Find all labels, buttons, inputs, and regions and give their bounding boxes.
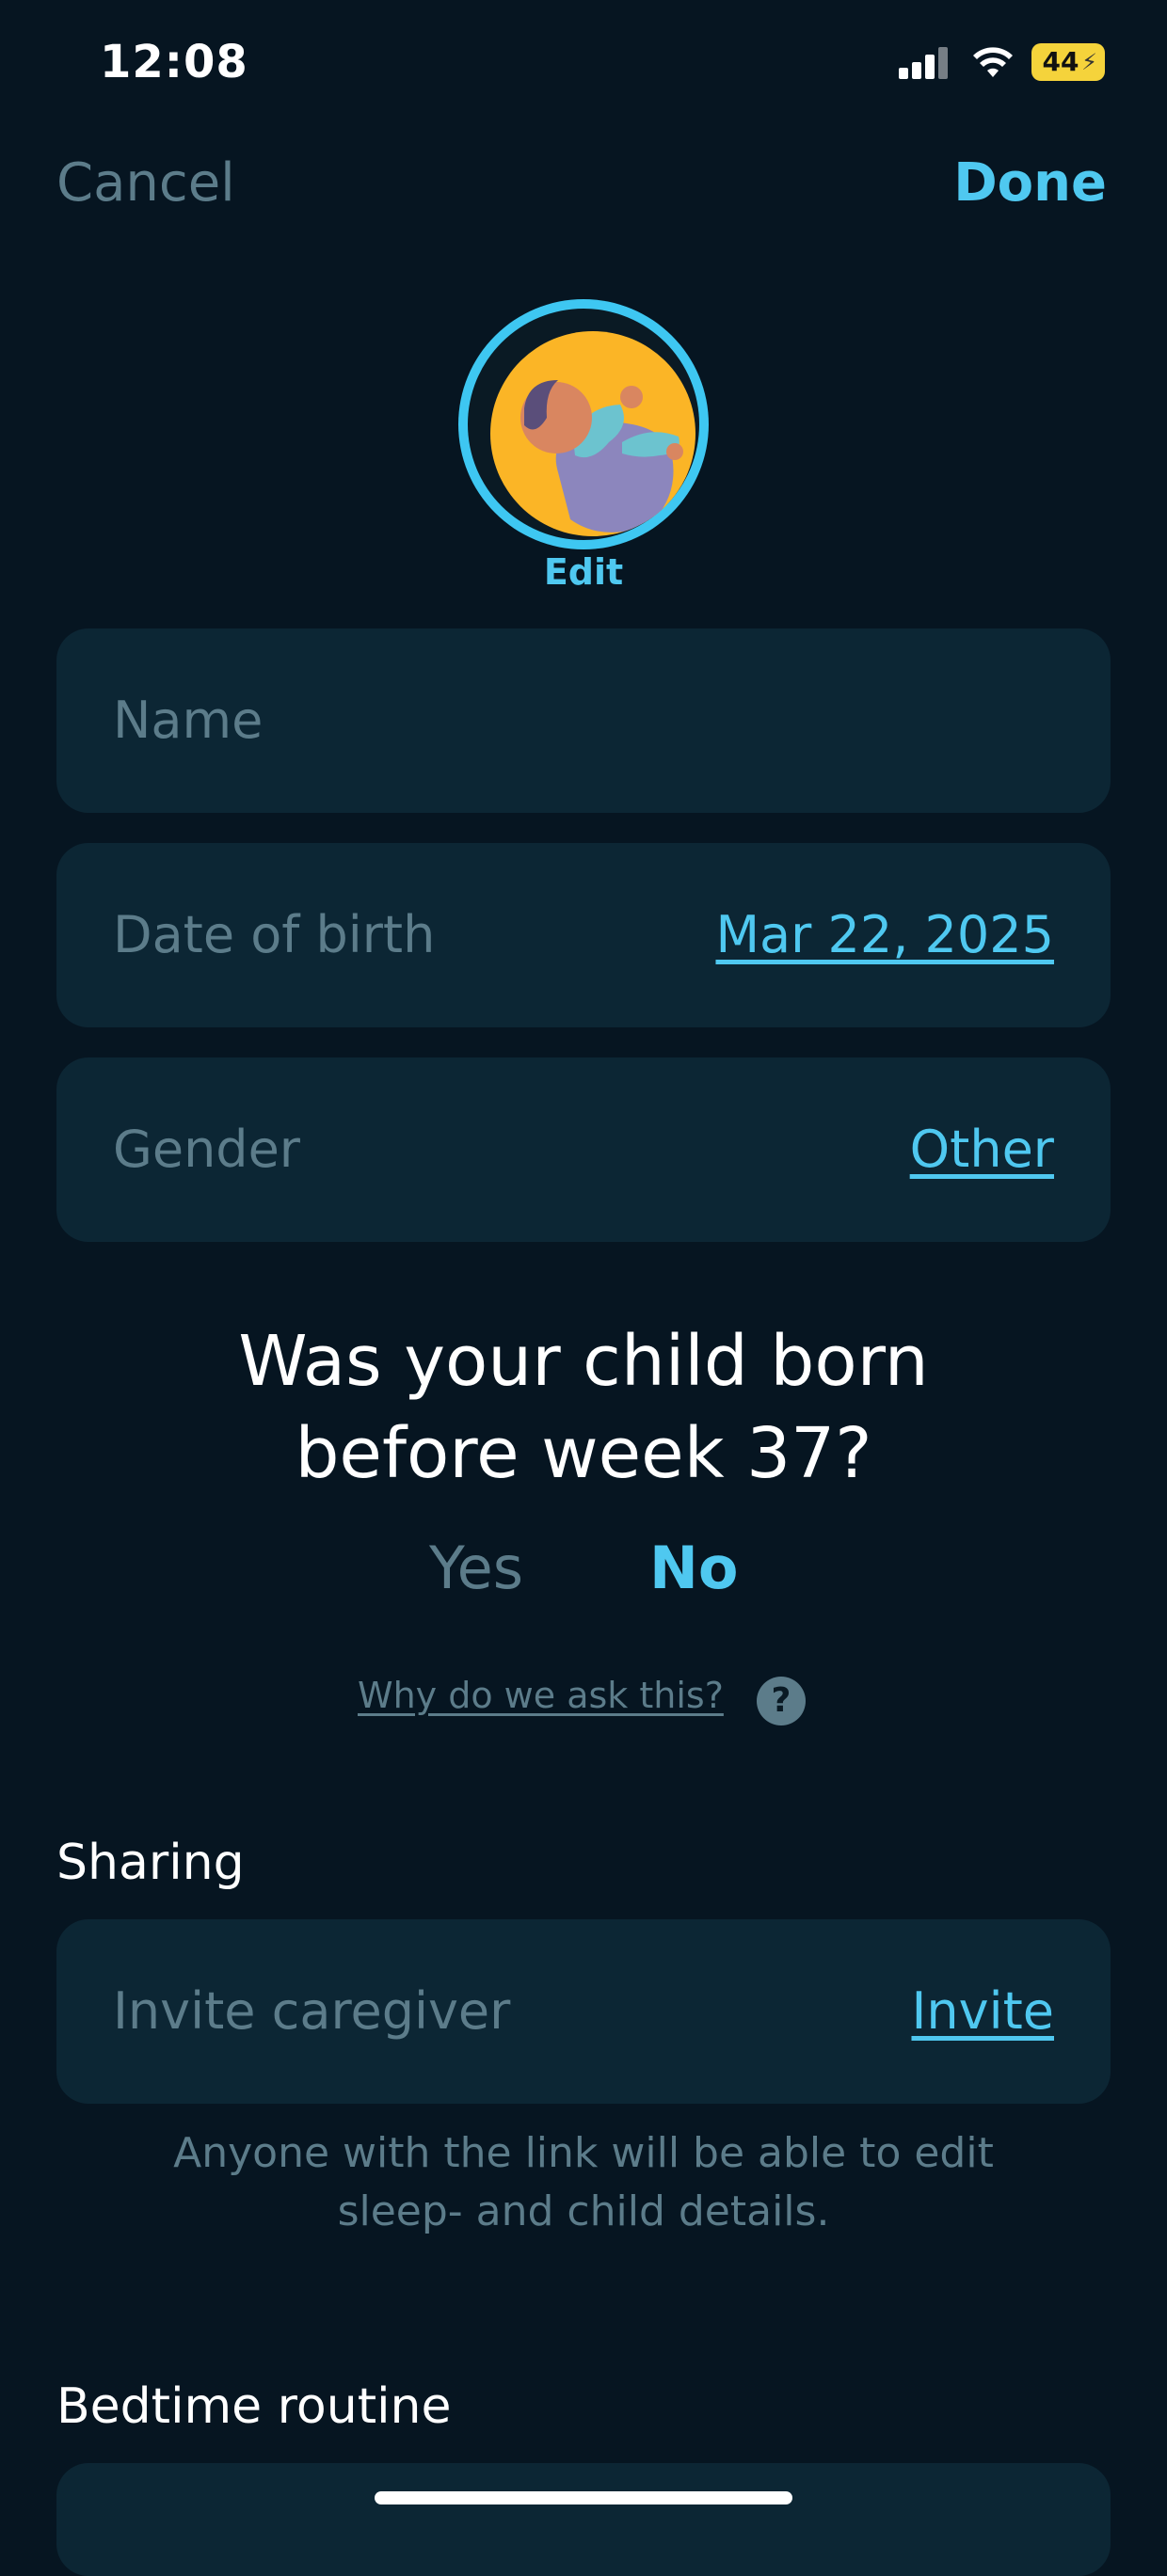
edit-avatar-button[interactable]: Edit: [0, 551, 1167, 593]
battery-icon: 44 ⚡: [1031, 43, 1105, 81]
invite-caregiver-label: Invite caregiver: [113, 1981, 511, 2041]
premature-question: Was your child born before week 37?: [0, 1315, 1167, 1500]
gender-value[interactable]: Other: [910, 1057, 1054, 1242]
invite-button[interactable]: Invite: [911, 1919, 1054, 2104]
wifi-icon: [973, 47, 1013, 77]
sharing-section-title: Sharing: [56, 1835, 245, 1891]
why-do-we-ask-link[interactable]: Why do we ask this?: [358, 1675, 724, 1716]
cancel-button[interactable]: Cancel: [56, 152, 235, 214]
cellular-signal-icon: [899, 47, 950, 79]
date-of-birth-row[interactable]: Date of birth Mar 22, 2025: [56, 843, 1111, 1027]
name-placeholder: Name: [113, 691, 264, 750]
status-time: 12:08: [100, 36, 248, 88]
date-of-birth-value[interactable]: Mar 22, 2025: [715, 843, 1054, 1027]
invite-caregiver-row[interactable]: Invite caregiver Invite: [56, 1919, 1111, 2104]
yes-option[interactable]: Yes: [429, 1534, 523, 1602]
done-button[interactable]: Done: [953, 152, 1107, 214]
name-field[interactable]: Name: [56, 628, 1111, 813]
bedtime-routine-card[interactable]: [56, 2463, 1111, 2576]
no-option[interactable]: No: [649, 1534, 738, 1602]
gender-row[interactable]: Gender Other: [56, 1057, 1111, 1242]
question-line-2: before week 37?: [295, 1413, 872, 1494]
bedtime-routine-title: Bedtime routine: [56, 2378, 452, 2435]
gender-label: Gender: [113, 1120, 300, 1179]
question-line-1: Was your child born: [238, 1321, 929, 1402]
date-of-birth-label: Date of birth: [113, 905, 436, 964]
baby-illustration-icon: [490, 331, 695, 536]
child-avatar[interactable]: [458, 299, 709, 549]
sharing-note: Anyone with the link will be able to edi…: [94, 2124, 1073, 2241]
sharing-note-line-1: Anyone with the link will be able to edi…: [173, 2129, 994, 2177]
help-icon[interactable]: ?: [757, 1677, 806, 1725]
sharing-note-line-2: sleep- and child details.: [337, 2187, 830, 2235]
home-indicator[interactable]: [375, 2491, 792, 2504]
charging-bolt-icon: ⚡: [1081, 49, 1097, 75]
